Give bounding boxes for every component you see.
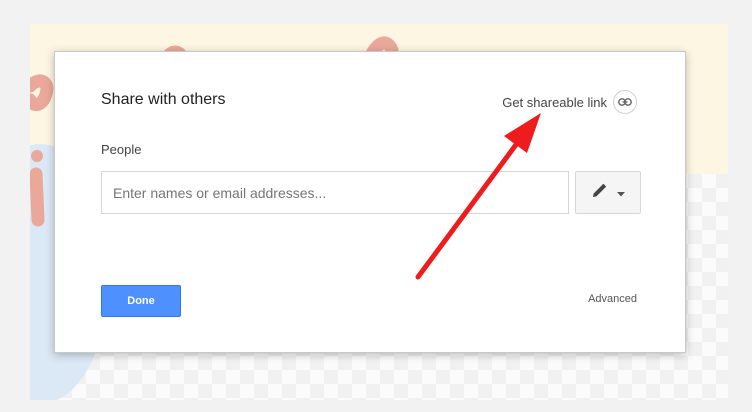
advanced-link[interactable]: Advanced: [588, 293, 637, 305]
dialog-title: Share with others: [101, 91, 226, 108]
link-icon[interactable]: [613, 90, 637, 114]
get-shareable-link-label: Get shareable link: [502, 94, 607, 110]
get-shareable-link[interactable]: Get shareable link: [502, 90, 637, 114]
done-button[interactable]: Done: [101, 285, 181, 317]
pencil-icon: [591, 181, 609, 204]
chevron-down-icon: [617, 184, 625, 202]
names-email-input[interactable]: [101, 171, 569, 214]
share-dialog: Share with others Get shareable link Peo…: [54, 51, 686, 353]
people-label: People: [101, 142, 142, 157]
permission-dropdown-button[interactable]: [575, 171, 641, 214]
